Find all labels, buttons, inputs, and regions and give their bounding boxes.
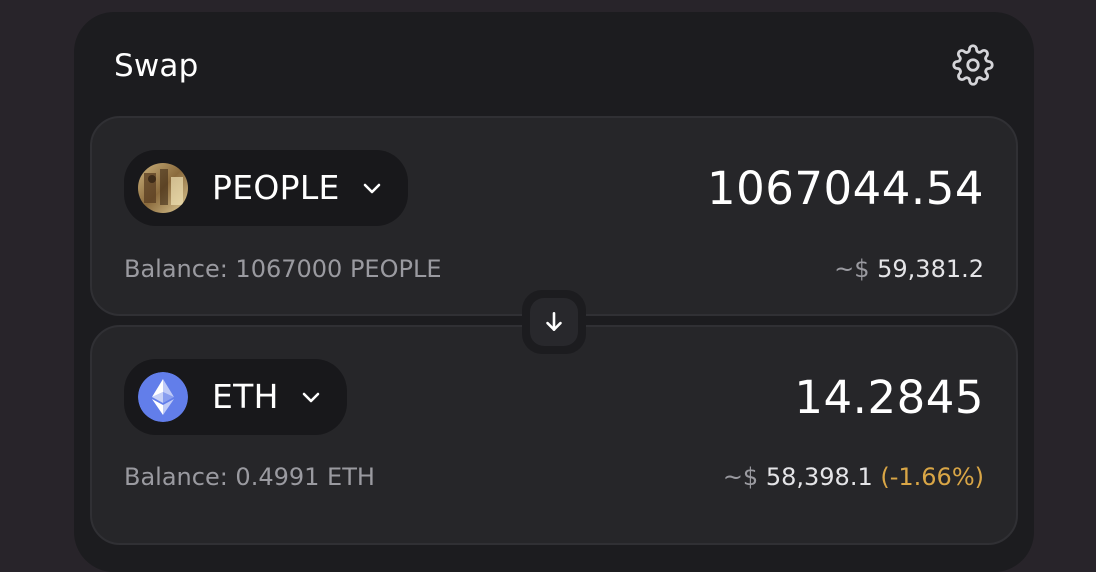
chevron-down-icon: [299, 384, 325, 410]
to-token-panel: ETH 14.2845 Balance: 0.4991 ETH ~$ 58,39…: [90, 325, 1018, 545]
from-usd-amount: 59,381.2: [877, 255, 984, 283]
to-token-selector[interactable]: ETH: [124, 359, 347, 435]
to-token-symbol: ETH: [212, 377, 279, 416]
swap-title: Swap: [114, 48, 199, 84]
from-token-panel: PEOPLE 1067044.54 Balance: 1067000 PEOPL…: [90, 116, 1018, 316]
to-balance: Balance: 0.4991 ETH: [124, 463, 375, 491]
arrow-down-icon: [546, 312, 562, 331]
flip-tokens-button[interactable]: [530, 298, 578, 346]
from-amount-input[interactable]: 1067044.54: [707, 160, 984, 218]
chevron-down-icon: [360, 175, 386, 201]
to-usd-prefix: ~$: [722, 463, 759, 491]
flip-button-frame: [522, 290, 586, 354]
from-usd-prefix: ~$: [834, 255, 870, 283]
to-amount-output: 14.2845: [794, 371, 984, 424]
settings-button[interactable]: [950, 42, 996, 88]
swap-card: Swap PEOPLE 1067044.54 Balance: 1067000 …: [74, 12, 1034, 572]
eth-token-logo: [138, 372, 188, 422]
to-usd-value: ~$ 58,398.1 (-1.66%): [723, 462, 984, 492]
from-token-selector[interactable]: PEOPLE: [124, 150, 408, 226]
people-token-logo: [138, 163, 188, 213]
to-usd-amount: 58,398.1: [765, 463, 873, 491]
price-impact: (-1.66%): [880, 463, 984, 491]
from-usd-value: ~$ 59,381.2: [834, 254, 984, 284]
from-token-symbol: PEOPLE: [212, 168, 340, 207]
gear-icon: [952, 44, 994, 86]
from-balance: Balance: 1067000 PEOPLE: [124, 255, 442, 283]
